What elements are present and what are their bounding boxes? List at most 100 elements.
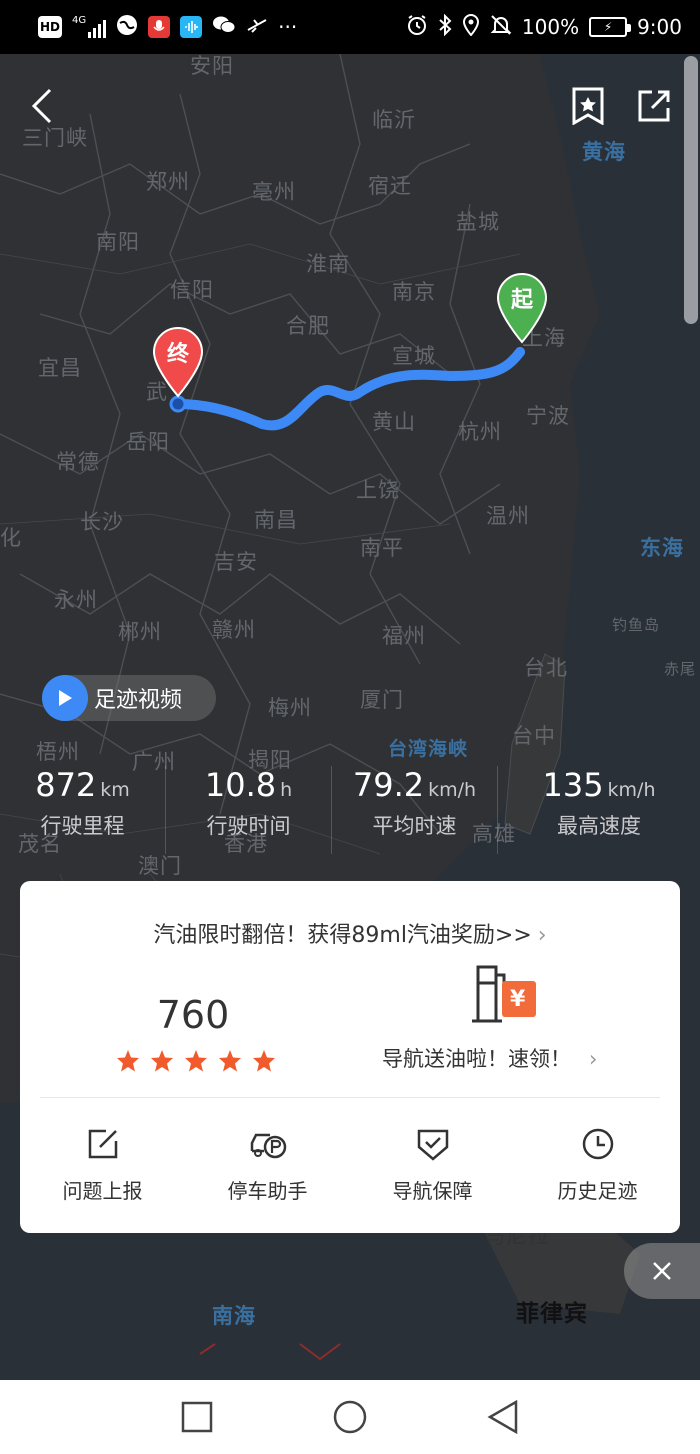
star-icon [117,1050,139,1072]
parking-icon [250,1133,286,1159]
map-label: 梅州 [268,696,312,720]
map-label: 郑州 [146,170,190,194]
stat-value: 135 [542,766,604,804]
tool-label: 停车助手 [227,1179,308,1203]
stat-unit: km/h [428,779,477,801]
map-label: 东海 [640,536,684,560]
tool-label: 导航保障 [392,1179,473,1203]
map-label: 南京 [392,280,436,304]
map-label: 安阳 [190,54,234,78]
browser-icon [116,14,138,41]
rating-stars [116,1049,276,1073]
divider [40,1097,660,1098]
stat-label: 平均时速 [372,814,457,838]
close-card-button[interactable] [624,1243,700,1299]
status-bar: HD 4G ··· 100% ⚡ 9:00 [0,0,700,54]
more-icon: ··· [278,15,298,39]
route-line [173,347,525,431]
back-button[interactable] [20,84,64,128]
stat-duration: 10.8 h 行驶时间 [166,766,332,854]
stat-value: 872 [35,766,97,804]
gas-reward-link[interactable]: 汽油限时翻倍！获得89ml汽油奖励>> › [20,917,680,949]
history-footprint-button[interactable]: 历史足迹 [515,1127,680,1204]
map-label: 临沂 [372,108,416,132]
gas-promo-link[interactable]: 导航送油啦！速领！ › [382,1043,597,1073]
bookmark-icon [572,87,604,125]
map-label: 长沙 [80,510,124,534]
back-nav-icon[interactable] [486,1399,520,1435]
map-label: 南平 [360,536,404,560]
back-icon [31,88,52,124]
tool-row: 问题上报 停车助手 导航保障 历史足迹 [20,1127,680,1204]
stat-max-speed: 135 km/h 最高速度 [498,766,700,854]
footprint-video-label: 足迹视频 [94,688,183,713]
gas-station-icon [472,965,536,1023]
trip-score: 760 [156,993,230,1037]
map-label: 上饶 [356,478,400,502]
stat-unit: km/h [607,779,656,801]
end-pin-label: 终 [166,342,189,367]
edit-icon [88,1129,117,1159]
map-label: 常德 [56,450,100,474]
stat-label: 行驶时间 [206,814,291,838]
play-icon [42,675,88,721]
alarm-icon [406,14,428,41]
map-label: 化 [0,526,22,550]
map-label: 吉安 [214,550,258,574]
stat-label: 最高速度 [557,814,641,838]
voice-icon [180,16,203,38]
recent-apps-icon[interactable] [180,1400,214,1434]
stat-distance: 872 km 行驶里程 [0,766,166,854]
start-pin[interactable]: 起 [494,272,550,344]
bookmark-button[interactable] [566,84,610,128]
gas-promo-text: 导航送油啦！速领！ [382,1047,571,1071]
map-label: 赣州 [212,618,256,642]
battery-percent: 100% [521,15,580,39]
home-icon[interactable] [332,1399,368,1435]
map-label: 淮南 [306,252,350,276]
mute-icon [490,14,512,41]
map-label: 黄海 [582,140,626,164]
wechat-icon [212,15,236,40]
stat-label: 行驶里程 [40,814,125,838]
map-label: 梧州 [36,740,80,764]
yen-icon: ¥ [510,987,526,1012]
parking-assistant-button[interactable]: 停车助手 [185,1127,350,1204]
map-label: 南昌 [254,508,298,532]
report-issue-button[interactable]: 问题上报 [20,1127,185,1204]
tool-label: 问题上报 [62,1179,143,1203]
map-label: 澳门 [138,854,182,878]
star-icon [185,1050,207,1072]
share-button[interactable] [632,84,676,128]
tool-label: 历史足迹 [557,1179,638,1203]
status-left: HD 4G ··· [38,14,297,41]
navigation-guarantee-button[interactable]: 导航保障 [350,1127,515,1204]
clock-icon [582,1128,613,1160]
stat-avg-speed: 79.2 km/h 平均时速 [332,766,498,854]
stat-value: 10.8 [204,766,277,804]
star-icon [219,1050,241,1072]
map-label: 郴州 [118,620,162,644]
shield-icon [417,1129,448,1161]
map-label: 钓鱼岛 [612,616,661,634]
stat-unit: km [100,779,130,801]
map-label: 永州 [54,588,98,612]
system-nav-bar [0,1380,700,1454]
footprint-video-button[interactable]: 足迹视频 [42,675,216,721]
battery-icon: ⚡ [589,17,632,37]
signal-icon: 4G [72,15,107,38]
location-icon [462,13,480,41]
map-label: 盐城 [456,210,500,234]
map-label: 南阳 [96,230,140,254]
stat-unit: h [280,779,293,801]
map-label: 岳阳 [126,430,170,454]
network-label: 4G [72,15,87,26]
map-label: 合肥 [286,314,330,338]
map-label: 台湾海峡 [388,738,469,760]
time: 9:00 [637,15,682,39]
map-scrollbar[interactable] [684,56,698,324]
map-label: 福州 [382,624,426,648]
chevron-right-icon: › [537,923,547,948]
end-pin[interactable]: 终 [150,326,206,398]
map-label: 温州 [486,504,530,528]
